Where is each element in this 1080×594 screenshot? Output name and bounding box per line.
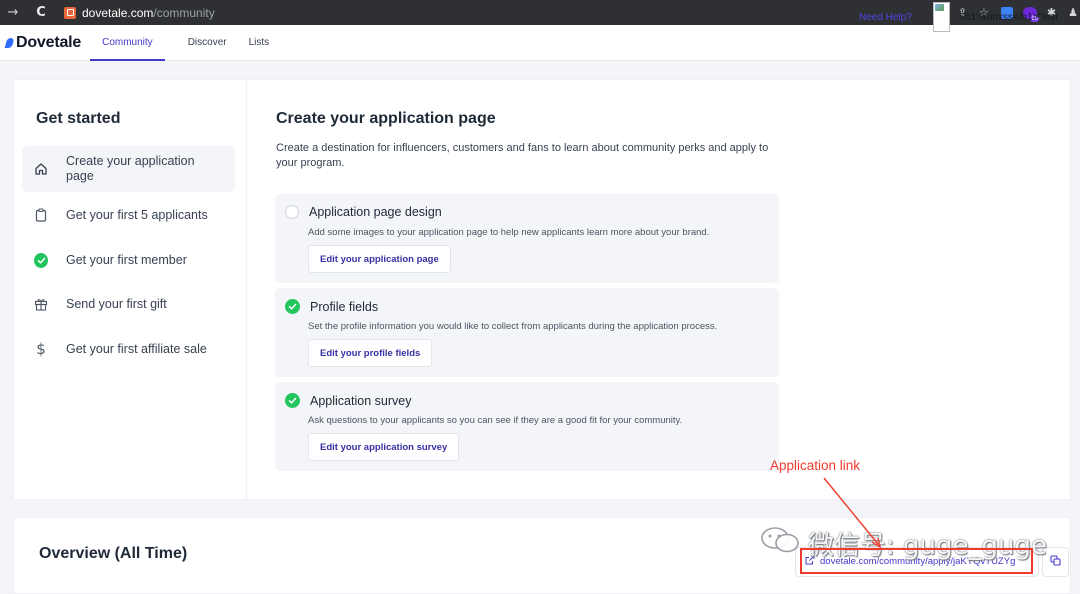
sidebar-title: Get started xyxy=(36,110,121,127)
sidebar-item-first-gift[interactable]: Send your first gift xyxy=(22,293,235,315)
address-bar[interactable]: dovetale.com/community xyxy=(82,6,215,20)
tab-lists[interactable]: Lists xyxy=(249,25,270,61)
app-header: Dovetale Community Discover Lists xyxy=(0,25,1080,61)
check-circle-icon xyxy=(34,252,48,268)
task-description: Ask questions to your applicants so you … xyxy=(308,415,683,426)
reload-icon[interactable]: C xyxy=(32,5,50,20)
need-help-link[interactable]: Need Help? xyxy=(859,12,912,23)
sidebar-item-label: Get your first affiliate sale xyxy=(66,341,207,356)
forward-arrow-icon[interactable]: → xyxy=(4,5,22,20)
user-avatar[interactable] xyxy=(933,2,950,32)
annotation-arrow-icon xyxy=(823,477,882,549)
tab-discover[interactable]: Discover xyxy=(188,25,227,61)
sidebar-item-label: Send your first gift xyxy=(66,296,167,311)
logo-text: Dovetale xyxy=(16,33,82,51)
tab-community[interactable]: Community xyxy=(90,25,165,61)
incomplete-circle-icon xyxy=(285,205,299,219)
task-header: Application survey xyxy=(285,393,411,408)
task-card-application-page-design: Application page design Add some images … xyxy=(275,194,779,283)
copy-icon xyxy=(1050,553,1061,571)
home-icon xyxy=(34,162,48,176)
clipboard-icon xyxy=(34,208,48,222)
task-header: Profile fields xyxy=(285,299,378,314)
content-title: Create your application page xyxy=(276,110,496,127)
edit-application-page-button[interactable]: Edit your application page xyxy=(308,245,451,273)
edit-application-survey-button[interactable]: Edit your application survey xyxy=(308,433,460,461)
dovetale-logo[interactable]: Dovetale xyxy=(4,33,82,52)
annotation-label: Application link xyxy=(770,458,861,473)
logo-mark-icon xyxy=(4,37,15,48)
sidebar-item-first-member[interactable]: Get your first member xyxy=(22,249,235,271)
sidebar-item-create-application-page[interactable]: Create your application page xyxy=(22,146,235,192)
url-host: dovetale.com xyxy=(82,5,154,20)
content-description: Create a destination for influencers, cu… xyxy=(276,142,769,169)
annotation-highlight-box xyxy=(800,548,1033,574)
user-name[interactable]: <h1>kunxss</h1>"test xyxy=(959,12,1058,23)
card-divider xyxy=(246,80,247,500)
task-header: Application page design xyxy=(285,205,442,219)
wechat-logo-icon xyxy=(760,526,800,561)
gift-icon xyxy=(34,297,48,311)
overview-title: Overview (All Time) xyxy=(39,545,188,562)
task-title: Application page design xyxy=(309,205,442,219)
profile-icon[interactable]: ♟ xyxy=(1068,6,1078,19)
task-title: Profile fields xyxy=(310,299,379,314)
task-title: Application survey xyxy=(310,393,412,408)
site-favicon-icon xyxy=(64,6,76,19)
sidebar-item-first-applicants[interactable]: Get your first 5 applicants xyxy=(22,204,235,226)
task-description: Set the profile information you would li… xyxy=(308,321,718,332)
task-card-application-survey: Application survey Ask questions to your… xyxy=(275,382,779,471)
sidebar-item-label: Get your first 5 applicants xyxy=(66,207,208,222)
sidebar-item-first-affiliate-sale[interactable]: $ Get your first affiliate sale xyxy=(22,338,235,360)
task-description: Add some images to your application page… xyxy=(308,227,710,238)
sidebar-item-label: Get your first member xyxy=(66,252,187,267)
check-circle-icon xyxy=(285,299,300,314)
sidebar-item-label: Create your application page xyxy=(66,154,195,183)
url-path: /community xyxy=(153,5,215,20)
check-circle-icon xyxy=(285,393,300,408)
browser-toolbar: → C dovetale.com/community ⇪ ☆ 16 ✱ ♟ xyxy=(0,0,1080,25)
task-card-profile-fields: Profile fields Set the profile informati… xyxy=(275,288,779,377)
edit-profile-fields-button[interactable]: Edit your profile fields xyxy=(308,339,433,367)
dollar-icon: $ xyxy=(36,340,46,358)
